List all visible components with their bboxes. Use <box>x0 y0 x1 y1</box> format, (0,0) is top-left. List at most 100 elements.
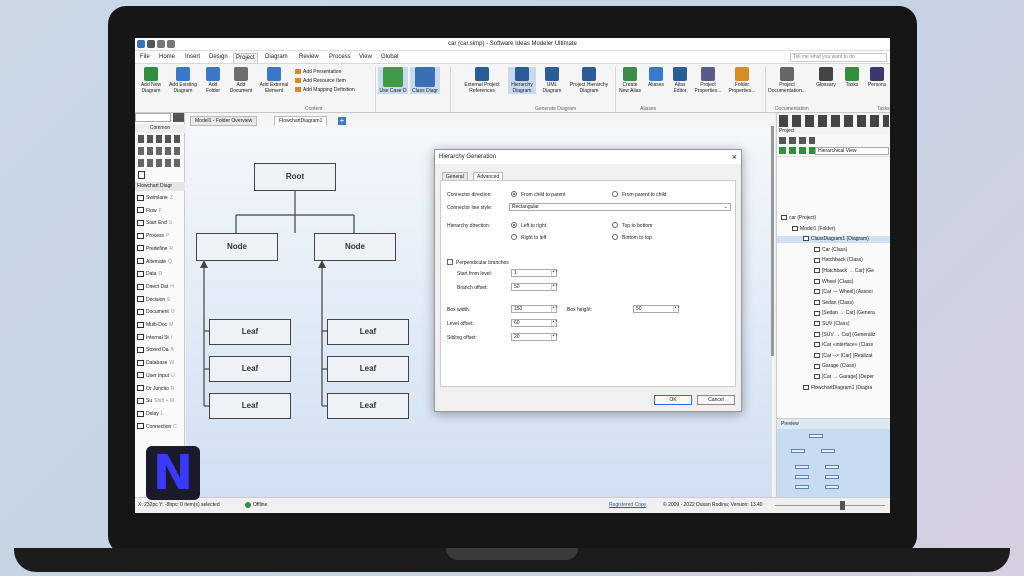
box-width-input[interactable]: 150 ▲▼ <box>511 305 558 313</box>
add-new-diagram-button[interactable]: Add New Diagram <box>137 67 165 94</box>
menu-view[interactable]: View <box>357 53 374 63</box>
toolbox-item[interactable]: Predefine R <box>136 244 184 255</box>
search-input[interactable]: Tell me what you want to do <box>790 53 887 62</box>
toolbox-item[interactable]: Alternate Q <box>136 257 184 268</box>
toolbox-item[interactable]: Delay L <box>136 409 184 420</box>
toolbox-item[interactable]: Flow F <box>136 206 184 217</box>
alias-editor-button[interactable]: Alias Editor <box>669 67 691 94</box>
leaf-left-1[interactable]: Leaf <box>209 319 291 345</box>
toolbox-item[interactable]: Or Junctio R <box>136 384 184 395</box>
toolbox-item[interactable]: Multi-Doc M <box>136 320 184 331</box>
cancel-button[interactable]: Cancel <box>697 395 735 405</box>
toolbox-item[interactable]: Swimlane Z <box>136 193 184 204</box>
spinner-icon[interactable]: ▲▼ <box>551 334 558 340</box>
tree-item[interactable]: [Car — Wheel] (Associ <box>777 289 890 296</box>
tree-item[interactable]: Garage (Class) <box>777 363 890 370</box>
close-icon[interactable]: × <box>732 152 737 162</box>
menu-project[interactable]: Project <box>233 53 258 63</box>
node-right[interactable]: Node <box>314 233 396 261</box>
connector-line-style-select[interactable]: Rectangular ⌄ <box>509 203 731 211</box>
hierarchy-diagram-button[interactable]: Hierarchy Diagram <box>508 67 536 94</box>
menu-global[interactable]: Global <box>379 53 400 63</box>
toolbox-item[interactable]: Document O <box>136 307 184 318</box>
add-presentation-button[interactable]: Add Presentation <box>295 69 341 75</box>
tab-flowchart-diagram[interactable]: FlowchartDiagram1 <box>274 116 328 126</box>
project-documentation-button[interactable]: Project Documentation... <box>767 67 807 94</box>
common-tools-row-3[interactable] <box>138 159 182 167</box>
new-tab-icon[interactable]: + <box>338 117 346 125</box>
tasks-button[interactable]: Tasks <box>841 67 863 88</box>
toolbox-item[interactable]: Process P <box>136 231 184 242</box>
parent-to-child-radio[interactable] <box>612 191 618 197</box>
toolbox-item[interactable]: Connection C <box>136 422 184 433</box>
sibling-offset-input[interactable]: 20 ▲▼ <box>511 333 558 341</box>
toolbox-item[interactable]: Su Shift + M <box>136 396 184 407</box>
tree-item[interactable]: Car (Class) <box>777 247 890 254</box>
tree-item[interactable]: Model1 (Folder) <box>777 226 890 233</box>
spinner-icon[interactable]: ▲▼ <box>551 270 558 276</box>
start-from-level-input[interactable]: 1 ▲▼ <box>511 269 558 277</box>
project-properties-button[interactable]: Project Properties... <box>693 67 723 94</box>
persons-button[interactable]: Persons <box>865 67 889 88</box>
leaf-left-3[interactable]: Leaf <box>209 393 291 419</box>
external-project-references-button[interactable]: External Project References <box>462 67 502 94</box>
leaf-right-1[interactable]: Leaf <box>327 319 409 345</box>
spinner-icon[interactable]: ▲▼ <box>551 284 558 290</box>
leaf-right-3[interactable]: Leaf <box>327 393 409 419</box>
tree-item[interactable]: ICar «interface» (Class <box>777 342 890 349</box>
bottom-to-top-radio[interactable] <box>612 234 618 240</box>
menu-home[interactable]: Home <box>157 53 177 63</box>
tree-item[interactable]: [SUV → Car] (Generaliz <box>777 332 890 339</box>
menu-review[interactable]: Review <box>297 53 321 63</box>
add-resource-item-button[interactable]: Add Resource Item <box>295 78 346 84</box>
tree-item[interactable]: ClassDiagram1 (Diagram) <box>777 236 890 244</box>
perpendicular-branches-checkbox[interactable] <box>447 259 453 265</box>
toolbox-common-header[interactable]: Common <box>135 124 185 133</box>
frame-tool-icon[interactable] <box>138 171 145 179</box>
status-offline[interactable]: Offline <box>253 498 267 512</box>
canvas-vertical-scrollbar[interactable] <box>771 126 774 356</box>
add-folder-button[interactable]: Add Folder <box>201 67 225 94</box>
view-selector[interactable]: Hierarchical View <box>815 147 889 155</box>
level-offset-input[interactable]: 60 ▲▼ <box>511 319 558 327</box>
node-left[interactable]: Node <box>196 233 278 261</box>
toolbox-item[interactable]: Direct Dat H <box>136 282 184 293</box>
create-new-alias-button[interactable]: Create New Alias <box>617 67 643 94</box>
toolbox-item[interactable]: Start End S <box>136 218 184 229</box>
tree-item[interactable]: [Car --> ICar] (Realizat <box>777 353 890 360</box>
uml-diagram-button[interactable]: UML Diagram <box>539 67 565 94</box>
tree-item[interactable]: SUV (Class) <box>777 321 890 328</box>
spinner-icon[interactable]: ▲▼ <box>551 306 558 312</box>
menu-process[interactable]: Process <box>327 53 353 63</box>
glossary-button[interactable]: Glossary <box>813 67 839 88</box>
toolbox-item[interactable]: User Input U <box>136 371 184 382</box>
add-document-button[interactable]: Add Document <box>227 67 255 94</box>
menu-diagram[interactable]: Diagram <box>263 53 290 63</box>
menu-file[interactable]: File <box>138 53 152 63</box>
aliases-button[interactable]: Aliases <box>645 67 667 88</box>
project-hierarchy-diagram-button[interactable]: Project Hierarchy Diagram <box>568 67 610 94</box>
toolbox-item[interactable]: Data D <box>136 269 184 280</box>
common-tools-row-1[interactable] <box>138 135 182 143</box>
leaf-right-2[interactable]: Leaf <box>327 356 409 382</box>
add-mapping-definition-button[interactable]: Add Mapping Definition <box>295 87 355 93</box>
spinner-icon[interactable]: ▲▼ <box>551 320 558 326</box>
tree-item[interactable]: [Hatchback → Car] (Ge <box>777 268 890 275</box>
toolbox-item[interactable]: Decision E <box>136 295 184 306</box>
registered-copy-link[interactable]: Registered Copy <box>609 498 646 512</box>
zoom-slider[interactable] <box>775 505 885 506</box>
add-existing-diagram-button[interactable]: Add Existing Diagram <box>167 67 199 94</box>
top-to-bottom-radio[interactable] <box>612 222 618 228</box>
tab-folder-overview[interactable]: Model1 - Folder Overview <box>190 116 258 126</box>
branch-offset-input[interactable]: 50 ▲▼ <box>511 283 558 291</box>
project-tools-row[interactable] <box>779 115 889 127</box>
folder-properties-button[interactable]: Folder Properties... <box>727 67 757 94</box>
use-case-diagram-button[interactable]: Use Case D <box>378 67 408 94</box>
class-diagram-button[interactable]: Class Diagr <box>410 67 440 94</box>
toolbox-item[interactable]: Internal St I <box>136 333 184 344</box>
spinner-icon[interactable]: ▲▼ <box>673 306 680 312</box>
tree-item[interactable]: [Sedan → Car] (Genera <box>777 310 890 317</box>
child-to-parent-radio[interactable] <box>511 191 517 197</box>
tree-item[interactable]: Sedan (Class) <box>777 300 890 307</box>
toolbox-search-input[interactable] <box>135 113 171 122</box>
